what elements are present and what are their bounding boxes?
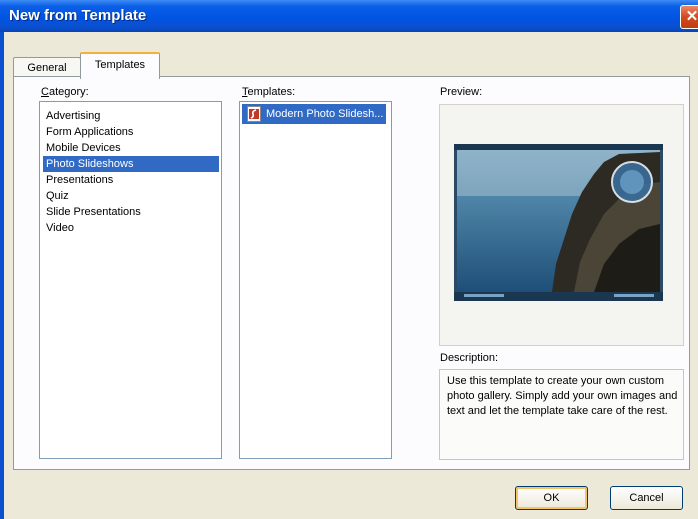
cancel-button[interactable]: Cancel (610, 486, 683, 510)
new-from-template-dialog: New from Template ✕ General Templates Ca… (0, 0, 698, 519)
ok-button[interactable]: OK (515, 486, 588, 510)
template-item-modern-photo-slideshow[interactable]: Modern Photo Slidesh... (242, 104, 386, 124)
tab-templates[interactable]: Templates (80, 52, 160, 79)
templates-listbox[interactable]: Modern Photo Slidesh... (239, 101, 392, 459)
category-item-video[interactable]: Video (43, 220, 77, 236)
tab-general[interactable]: General (13, 57, 81, 78)
category-item-presentations[interactable]: Presentations (43, 172, 116, 188)
preview-image (454, 144, 663, 301)
description-label: Description: (440, 352, 499, 364)
flash-template-icon (247, 106, 261, 122)
category-item-slide-presentations[interactable]: Slide Presentations (43, 204, 144, 220)
category-item-quiz[interactable]: Quiz (43, 188, 72, 204)
title-bar[interactable]: New from Template ✕ (0, 0, 698, 32)
description-text: Use this template to create your own cus… (447, 375, 678, 417)
window-title: New from Template (9, 7, 147, 24)
window-border (0, 32, 4, 519)
template-item-label: Modern Photo Slidesh... (266, 108, 384, 120)
preview-label: Preview: (440, 86, 483, 98)
category-listbox[interactable]: Advertising Form Applications Mobile Dev… (39, 101, 222, 459)
close-icon[interactable]: ✕ (680, 5, 698, 29)
category-label: Category: (41, 86, 89, 98)
templates-label: Templates: (242, 86, 296, 98)
category-item-photo-slideshows[interactable]: Photo Slideshows (43, 156, 219, 172)
category-item-advertising[interactable]: Advertising (43, 108, 103, 124)
category-item-form-applications[interactable]: Form Applications (43, 124, 136, 140)
category-item-mobile-devices[interactable]: Mobile Devices (43, 140, 124, 156)
